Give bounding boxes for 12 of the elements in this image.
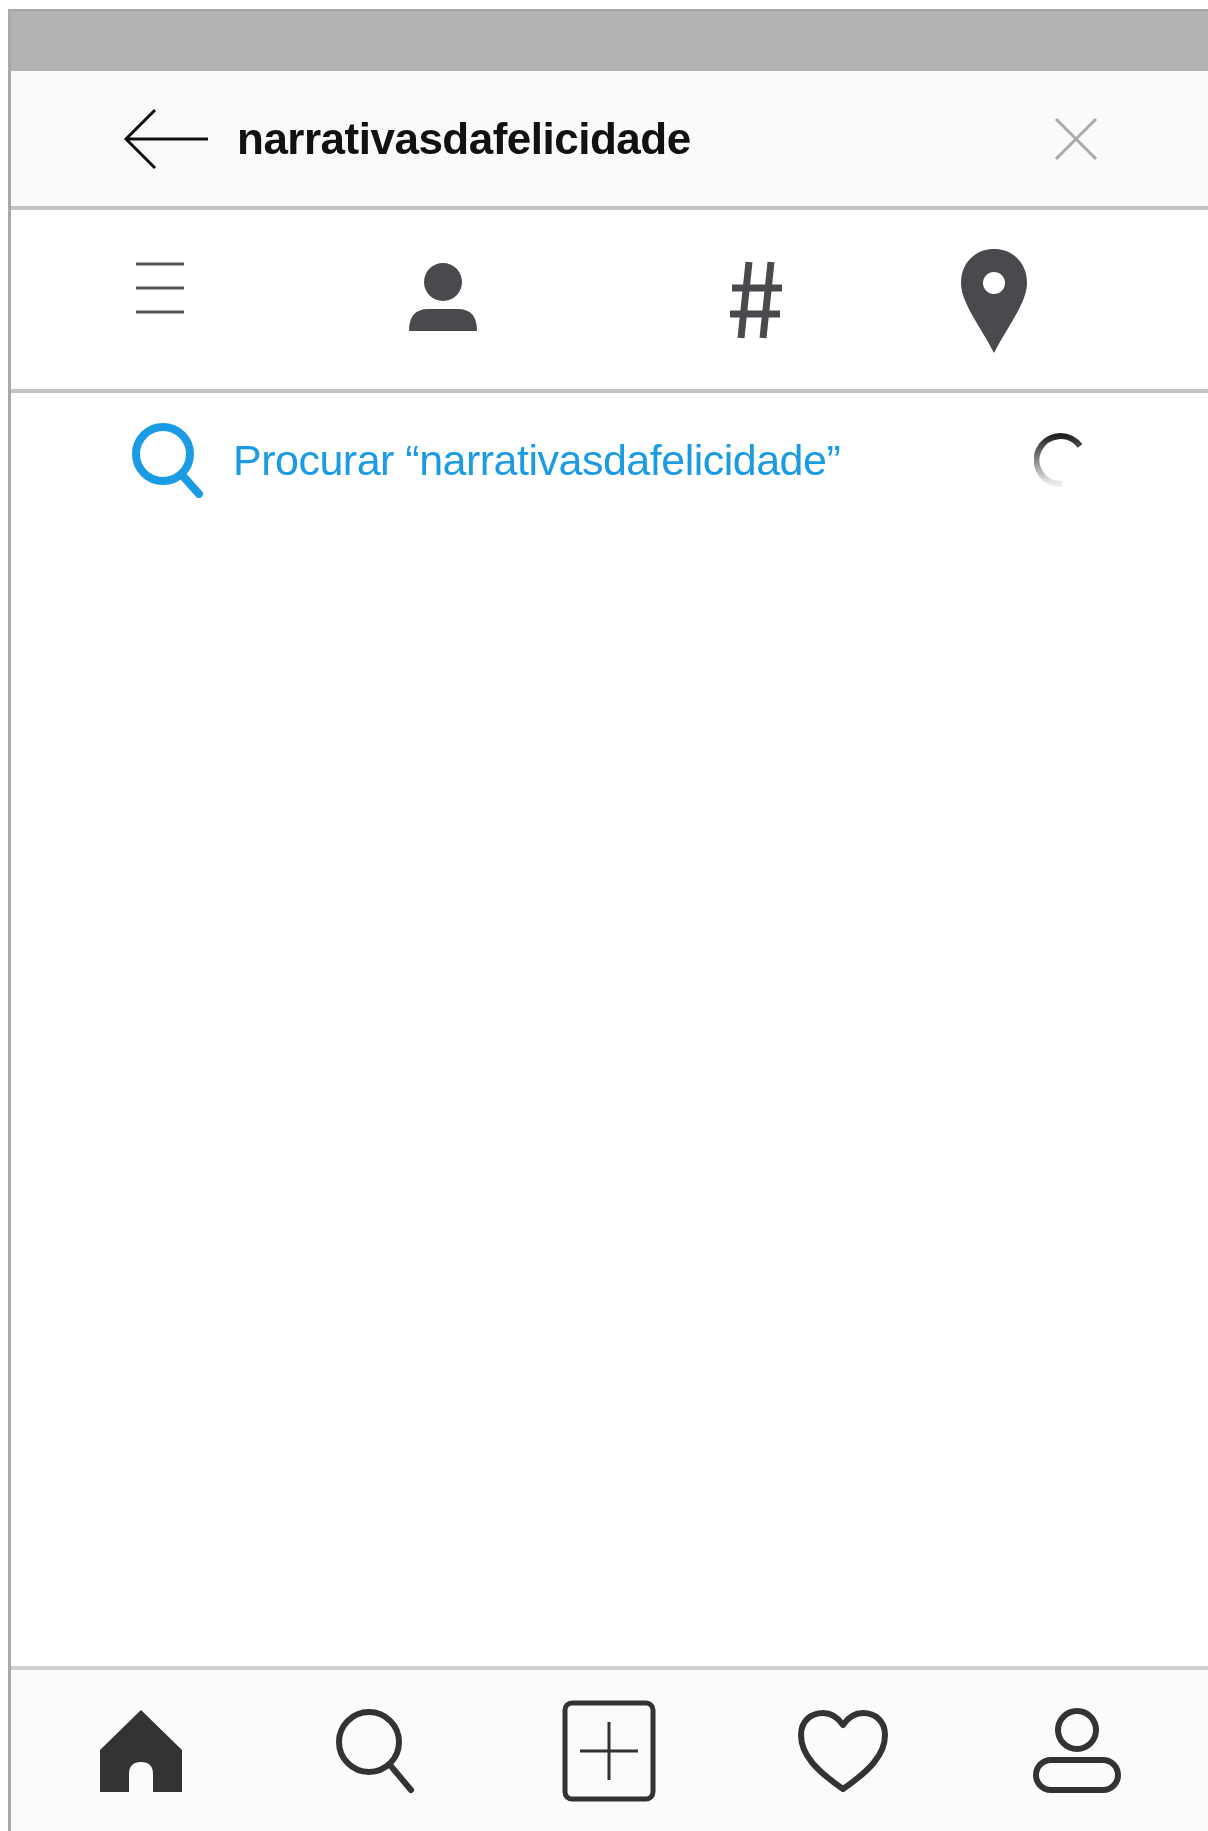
heart-icon[interactable] (797, 1708, 889, 1793)
add-post-icon[interactable] (562, 1699, 656, 1802)
person-icon[interactable] (408, 262, 478, 331)
hashtag-icon[interactable] (729, 259, 783, 340)
location-pin-icon[interactable] (961, 249, 1027, 353)
profile-icon[interactable] (1032, 1707, 1122, 1794)
back-button[interactable] (123, 106, 209, 171)
back-arrow-icon (123, 106, 209, 171)
close-icon (1054, 116, 1098, 161)
home-icon[interactable] (100, 1709, 182, 1792)
search-icon[interactable] (335, 1707, 415, 1794)
search-icon (131, 422, 205, 498)
